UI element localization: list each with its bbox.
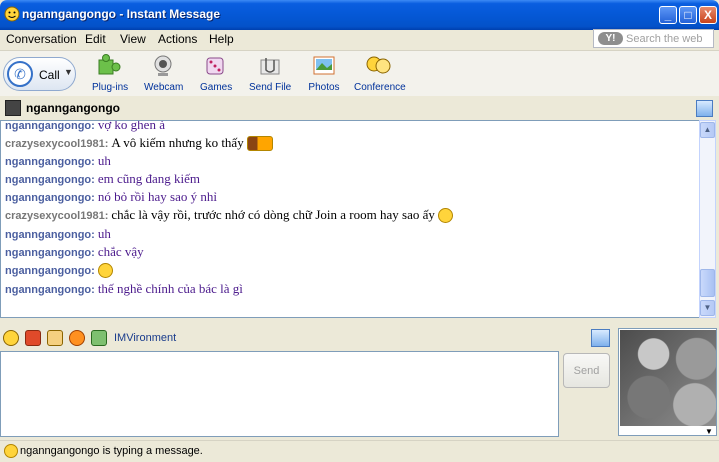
title-bar[interactable]: nganngangongo - Instant Message _ □ X	[0, 0, 719, 30]
smile-emoticon-icon	[437, 207, 453, 223]
contact-card-icon[interactable]	[591, 329, 610, 347]
message-text: A vô kiếm nhưng ko thấy	[111, 135, 244, 150]
message-text: chắc vậy	[97, 244, 144, 259]
webcam-button[interactable]: Webcam	[144, 54, 184, 93]
scroll-up-icon[interactable]: ▲	[700, 122, 715, 138]
message-line: nganngangongo: chắc vậy	[5, 244, 144, 260]
plugins-label: Plug-ins	[92, 82, 129, 93]
message-sender: nganngangongo:	[5, 174, 95, 186]
typing-status: nganngangongo is typing a message.	[20, 445, 203, 457]
conference-label: Conference	[354, 82, 406, 93]
yahoo-logo-icon: Y!	[598, 32, 623, 45]
message-line: nganngangongo: nó bỏ rồi hay sao ý nhỉ	[5, 189, 217, 205]
buddy-header: nganngangongo	[0, 98, 719, 120]
webcam-icon	[154, 55, 172, 76]
conference-button[interactable]: Conference	[354, 54, 406, 93]
conversation-scrollbar[interactable]: ▲ ▼	[699, 120, 716, 318]
typing-icon	[4, 444, 18, 458]
contact-card-icon[interactable]	[696, 100, 713, 117]
message-line: nganngangongo: thế nghề chính của bác là…	[5, 281, 243, 297]
message-text: uh	[97, 226, 111, 241]
puzzle-piece-icon	[98, 54, 121, 75]
imvironment-icon[interactable]	[91, 330, 107, 346]
send-file-label: Send File	[249, 82, 292, 93]
minimize-button[interactable]: _	[659, 6, 677, 24]
webcam-label: Webcam	[144, 82, 184, 93]
message-line: nganngangongo: vợ ko ghen à	[5, 120, 165, 133]
message-line: crazysexycool1981: chắc là vậy rồi, trướ…	[5, 207, 453, 224]
games-label: Games	[200, 82, 233, 93]
paperclip-icon	[260, 58, 280, 75]
imvironment-link[interactable]: IMVironment	[114, 332, 176, 344]
message-text: vợ ko ghen à	[97, 120, 165, 132]
photos-button[interactable]: Photos	[308, 54, 340, 93]
audibles-icon[interactable]	[25, 330, 41, 346]
text-style-icon[interactable]	[47, 330, 63, 346]
message-sender: nganngangongo:	[5, 284, 95, 296]
menu-actions[interactable]: Actions	[158, 32, 197, 46]
chevron-down-icon[interactable]: ▼	[705, 427, 713, 435]
menu-edit[interactable]: Edit	[85, 32, 106, 46]
buddy-display-image: ▼	[618, 328, 717, 436]
message-sender: nganngangongo:	[5, 229, 95, 241]
send-file-button[interactable]: Send File	[249, 54, 291, 93]
message-line: nganngangongo:	[5, 262, 113, 279]
message-sender: nganngangongo:	[5, 247, 95, 259]
message-text: uh	[97, 153, 111, 168]
grin-emoticon-icon	[97, 262, 113, 278]
dice-icon	[206, 57, 224, 75]
buzz-icon[interactable]	[69, 330, 85, 346]
message-sender: crazysexycool1981:	[5, 210, 109, 222]
call-label: Call	[39, 68, 60, 82]
toolbar: ✆ Call ▼ Plug-ins Webcam Games Send File…	[0, 50, 719, 96]
games-button[interactable]: Games	[200, 54, 232, 93]
message-line: nganngangongo: em cũng đang kiếm	[5, 171, 200, 187]
message-line: crazysexycool1981: A vô kiếm nhưng ko th…	[5, 135, 273, 152]
close-button[interactable]: X	[699, 6, 717, 24]
message-sender: nganngangongo:	[5, 156, 95, 168]
emoticon-icon	[246, 135, 273, 151]
message-line: nganngangongo: uh	[5, 153, 111, 169]
scrollbar-thumb[interactable]	[700, 269, 715, 297]
status-bar: nganngangongo is typing a message.	[0, 440, 719, 462]
emoticons-icon[interactable]	[3, 330, 19, 346]
message-text: thế nghề chính của bác là gì	[97, 281, 243, 296]
message-sender: nganngangongo:	[5, 192, 95, 204]
buddy-name: nganngangongo	[26, 101, 120, 115]
menu-conversation[interactable]: Conversation	[6, 32, 77, 46]
messenger-smiley-icon	[4, 6, 20, 22]
message-text: em cũng đang kiếm	[97, 171, 200, 186]
message-line: nganngangongo: uh	[5, 226, 111, 242]
message-sender: nganngangongo:	[5, 265, 95, 277]
search-placeholder: Search the web	[626, 33, 703, 45]
call-button[interactable]: ✆ Call ▼	[3, 57, 76, 91]
formatting-bar: IMVironment	[0, 327, 616, 349]
send-button[interactable]: Send	[563, 353, 610, 388]
message-text: nó bỏ rồi hay sao ý nhỉ	[97, 189, 217, 204]
menu-view[interactable]: View	[120, 32, 146, 46]
window-title: nganngangongo - Instant Message	[22, 7, 221, 21]
conversation-history[interactable]: nganngangongo: vợ ko ghen à crazysexycoo…	[0, 120, 700, 318]
maximize-button[interactable]: □	[679, 6, 697, 24]
message-sender: nganngangongo:	[5, 120, 95, 132]
message-text: chắc là vậy rồi, trước nhớ có dòng chữ J…	[111, 207, 435, 222]
conference-icon	[366, 56, 391, 74]
photos-icon	[313, 56, 335, 75]
plugins-button[interactable]: Plug-ins	[92, 54, 129, 93]
menu-help[interactable]: Help	[209, 32, 234, 46]
chevron-down-icon[interactable]: ▼	[64, 67, 73, 77]
scroll-down-icon[interactable]: ▼	[700, 300, 715, 316]
phone-icon: ✆	[7, 61, 33, 87]
avatar	[620, 330, 716, 426]
photos-label: Photos	[308, 82, 340, 93]
buddy-avatar	[5, 100, 21, 116]
search-input[interactable]: Y! Search the web	[593, 29, 714, 48]
message-sender: crazysexycool1981:	[5, 138, 109, 150]
message-input[interactable]	[0, 351, 559, 437]
